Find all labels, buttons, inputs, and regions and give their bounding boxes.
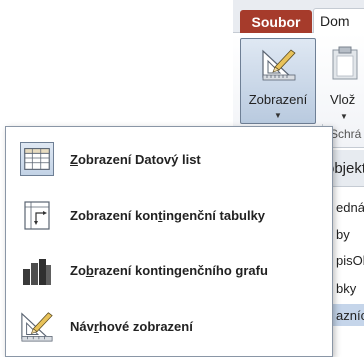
paste-button-label: Vlož: [330, 92, 356, 107]
chevron-down-icon: ▼: [274, 111, 282, 120]
design-view-icon: [21, 312, 53, 342]
menu-item-label: Zobrazení kontingenčního grafu: [70, 262, 268, 278]
tab-domu[interactable]: Dom: [313, 8, 364, 33]
view-button[interactable]: Zobrazení ▼: [240, 38, 316, 124]
menu-item-design-view[interactable]: Návrhové zobrazení: [11, 300, 327, 352]
menu-item-pivot-table-view[interactable]: Zobrazení kontingenční tabulky: [11, 189, 327, 241]
paste-button[interactable]: Vlož ▼: [322, 40, 364, 124]
design-view-icon: [262, 49, 296, 81]
nav-item[interactable]: pisObje: [336, 253, 364, 268]
chevron-down-icon: ▼: [340, 112, 348, 121]
nav-item[interactable]: by: [336, 227, 350, 242]
nav-item[interactable]: ednávk: [336, 200, 364, 215]
menu-item-label: Zobrazení kontingenční tabulky: [70, 207, 266, 223]
menu-item-label: Návrhové zobrazení: [70, 318, 193, 334]
menu-item-datasheet-view[interactable]: Zobrazení Datový list: [11, 133, 327, 185]
view-button-label: Zobrazení: [248, 92, 308, 107]
menu-item-label: Zobrazení Datový list: [70, 151, 201, 167]
menu-item-pivot-chart-view[interactable]: Zobrazení kontingenčního grafu: [11, 244, 327, 296]
nav-item[interactable]: bky: [336, 281, 356, 296]
clipboard-icon: [332, 46, 358, 80]
pivot-table-view-icon: [24, 201, 50, 230]
pivot-chart-view-icon: [23, 259, 51, 285]
view-dropdown-menu: Zobrazení Datový list Zobrazení kontinge…: [5, 126, 333, 357]
datasheet-view-icon: [20, 142, 54, 176]
nav-item-selected[interactable]: azníci: [330, 304, 364, 326]
clipboard-group-label: Schrá: [330, 127, 362, 141]
tab-soubor[interactable]: Soubor: [240, 10, 312, 33]
